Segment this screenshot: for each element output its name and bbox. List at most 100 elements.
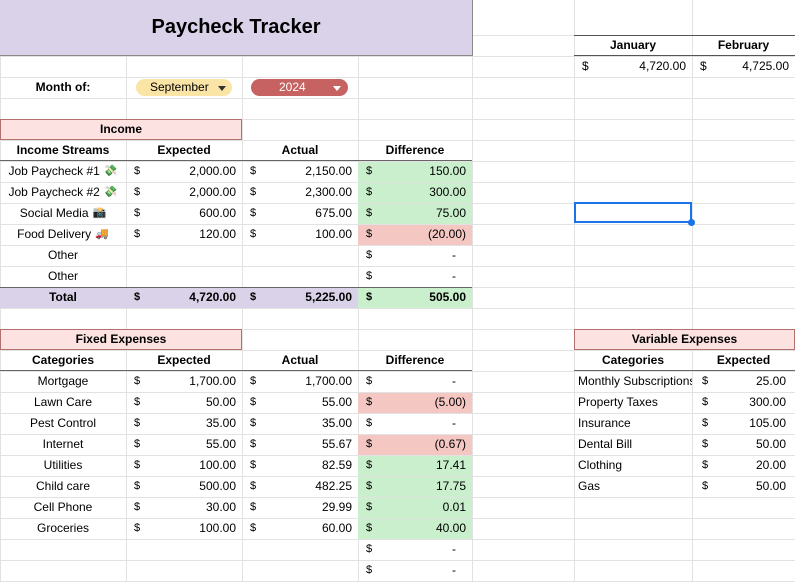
expense-category: Pest Control (29, 416, 97, 430)
summary-value: 4,720.00 (639, 59, 686, 73)
fixed-expenses-header: Fixed Expenses (0, 329, 242, 350)
income-column-header: Difference (385, 143, 445, 157)
fixed-column-header: Categories (31, 353, 95, 367)
difference-value: 0.01 (442, 500, 466, 514)
expected-value: 100.00 (199, 458, 236, 472)
income-column-header: Expected (157, 143, 211, 157)
expected-value: 1,700.00 (189, 374, 236, 388)
difference-value: - (452, 374, 456, 388)
variable-category: Dental Bill (578, 437, 633, 451)
chevron-down-icon[interactable] (333, 86, 341, 91)
expense-category: Groceries (36, 521, 89, 535)
actual-value: 55.00 (321, 395, 352, 409)
income-stream-name: Job Paycheck #2 💸 (0, 182, 126, 203)
variable-expected: 300.00 (749, 395, 786, 409)
chevron-down-icon[interactable] (218, 86, 226, 91)
variable-column-header: Categories (601, 353, 665, 367)
variable-column-header: Expected (716, 353, 771, 367)
income-stream-name: Food Delivery 🚚 (0, 224, 126, 245)
actual-value: 35.00 (321, 416, 352, 430)
difference-value: - (452, 416, 456, 430)
expected-value: 2,000.00 (189, 185, 236, 199)
difference-value: 17.75 (435, 479, 466, 493)
expected-value: 2,000.00 (189, 164, 236, 178)
variable-expenses-header: Variable Expenses (574, 329, 795, 350)
summary-value: 4,725.00 (742, 59, 789, 73)
total-expected: 4,720.00 (189, 290, 236, 304)
expected-value: 50.00 (205, 395, 236, 409)
income-stream-name: Social Media 📸 (0, 203, 126, 224)
difference-value: 75.00 (435, 206, 466, 220)
variable-category: Gas (578, 479, 601, 493)
camera-icon: 📸 (92, 207, 107, 220)
actual-value: 82.59 (321, 458, 352, 472)
actual-value: 1,700.00 (305, 374, 352, 388)
expense-category: Lawn Care (33, 395, 93, 409)
page-title: Paycheck Tracker (151, 16, 321, 38)
difference-value: - (452, 563, 456, 577)
difference-value: - (452, 542, 456, 556)
truck-icon: 🚚 (95, 228, 109, 241)
actual-value: 482.25 (315, 479, 352, 493)
actual-value: 2,150.00 (305, 164, 352, 178)
total-label: Total (49, 290, 77, 304)
expense-category: Cell Phone (33, 500, 93, 514)
expense-category: Internet (42, 437, 84, 451)
year-dropdown-value: 2024 (279, 80, 306, 94)
actual-value: 55.67 (321, 437, 352, 451)
expected-value: 100.00 (199, 521, 236, 535)
money-icon: 💸 (103, 165, 118, 178)
expense-category: Utilities (43, 458, 83, 472)
difference-value: 17.41 (435, 458, 466, 472)
expected-value: 120.00 (199, 227, 236, 241)
expected-value: 55.00 (205, 437, 236, 451)
income-section-header: Income (0, 119, 242, 140)
actual-value: 675.00 (315, 206, 352, 220)
month-label: Month of: (35, 80, 91, 94)
income-stream-name: Job Paycheck #1 💸 (0, 161, 126, 182)
expected-value: 30.00 (205, 500, 236, 514)
actual-value: 29.99 (321, 500, 352, 514)
summary-header: February (717, 38, 770, 52)
income-column-header: Income Streams (16, 143, 110, 157)
difference-value: 300.00 (429, 185, 466, 199)
fixed-column-header: Difference (385, 353, 445, 367)
grid-col-line (472, 0, 473, 581)
income-stream-name: Other (47, 269, 78, 283)
variable-expected: 105.00 (749, 416, 786, 430)
difference-value: 150.00 (429, 164, 466, 178)
difference-value: - (452, 248, 456, 262)
expected-value: 500.00 (199, 479, 236, 493)
total-difference: 505.00 (429, 290, 466, 304)
actual-value: 60.00 (321, 521, 352, 535)
variable-category: Property Taxes (578, 395, 658, 409)
difference-value: (0.67) (434, 437, 466, 451)
variable-expected: 50.00 (755, 479, 786, 493)
title-border-right (472, 0, 473, 56)
spreadsheet-grid[interactable]: Paycheck Tracker January $4,720.00 February… (0, 0, 795, 582)
total-actual: 5,225.00 (305, 290, 352, 304)
fixed-column-header: Actual (281, 353, 319, 367)
money-icon: 💸 (103, 186, 118, 199)
expected-value: 600.00 (199, 206, 236, 220)
difference-value: (20.00) (427, 227, 466, 241)
income-column-header: Actual (281, 143, 319, 157)
expected-value: 35.00 (205, 416, 236, 430)
variable-expected: 25.00 (755, 374, 786, 388)
grid-row-line (0, 98, 795, 99)
variable-expected: 20.00 (755, 458, 786, 472)
title-border (0, 55, 472, 56)
difference-value: 40.00 (435, 521, 466, 535)
actual-value: 100.00 (315, 227, 352, 241)
difference-value: - (452, 269, 456, 283)
fixed-column-header: Expected (157, 353, 211, 367)
grid-row-line (0, 308, 795, 309)
fill-handle[interactable] (688, 219, 695, 226)
actual-value: 2,300.00 (305, 185, 352, 199)
month-dropdown-value: September (150, 80, 209, 94)
selected-cell[interactable] (574, 202, 692, 223)
income-stream-name: Other (47, 248, 78, 262)
variable-expected: 50.00 (755, 437, 786, 451)
variable-category: Insurance (578, 416, 631, 430)
variable-category: Clothing (578, 458, 623, 472)
